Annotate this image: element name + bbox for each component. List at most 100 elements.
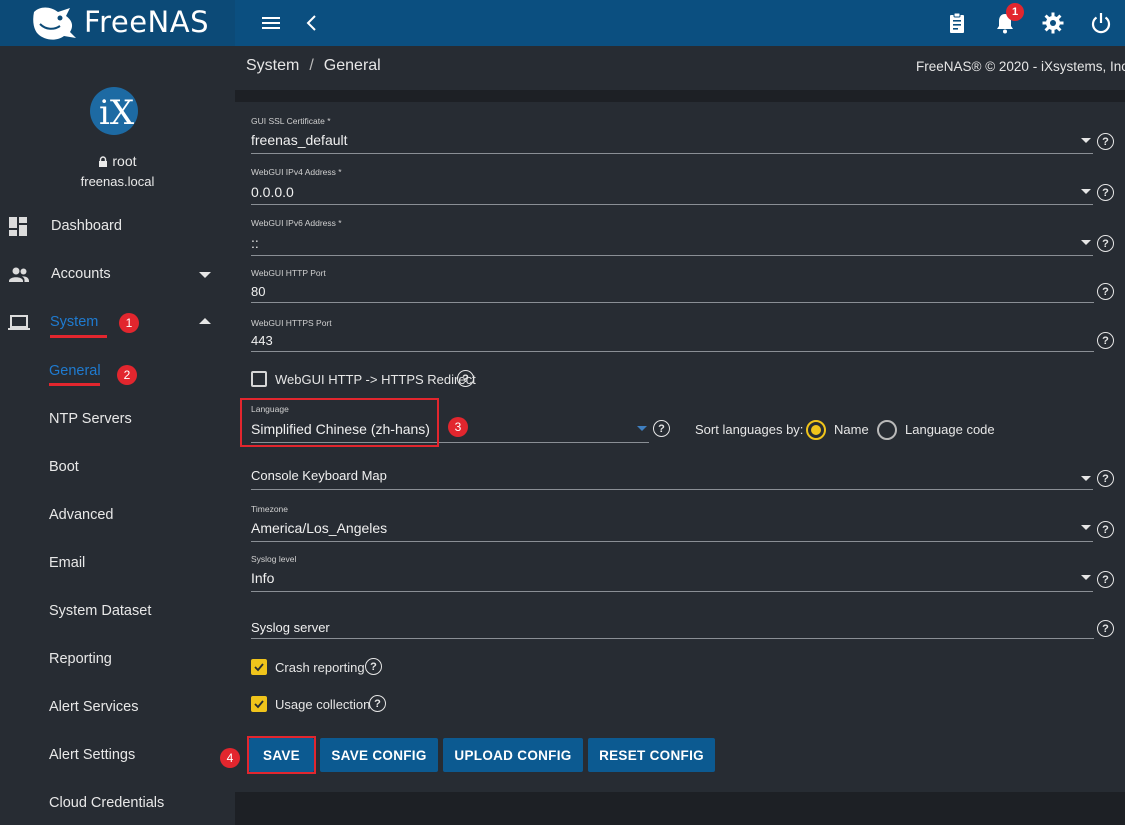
gear-icon[interactable] (1041, 11, 1065, 35)
dropdown-arrow-icon[interactable] (1081, 525, 1091, 530)
ix-logo: iX (90, 87, 138, 135)
sidebar-subitem-general[interactable]: General (49, 363, 101, 379)
sidebar-subitem-alert-settings[interactable]: Alert Settings (49, 747, 135, 763)
freenas-logo-icon (33, 7, 76, 40)
sidebar-item-label: Accounts (51, 266, 111, 282)
field-underline (251, 153, 1093, 154)
field-value: Info (251, 570, 275, 586)
upload-config-button[interactable]: UPLOAD CONFIG (443, 738, 583, 772)
sidebar-item-dashboard[interactable]: Dashboard (0, 207, 235, 247)
help-icon[interactable]: ? (365, 658, 382, 675)
breadcrumb: System / General (246, 57, 381, 75)
sort-languages-label: Sort languages by: (695, 422, 804, 437)
help-icon[interactable]: ? (1097, 470, 1114, 487)
breadcrumb-parent[interactable]: System (246, 57, 299, 74)
reset-config-button[interactable]: RESET CONFIG (588, 738, 715, 772)
sidebar-subitem-cloud-credentials[interactable]: Cloud Credentials (49, 795, 164, 811)
usage-collection-label: Usage collection (275, 697, 371, 712)
sidebar-item-label: Dashboard (51, 218, 122, 234)
chevron-left-icon[interactable] (300, 11, 324, 35)
dropdown-arrow-icon[interactable] (1081, 138, 1091, 143)
field-label: Syslog level (251, 554, 297, 564)
user-name: root (112, 153, 137, 169)
usage-collection-checkbox[interactable] (251, 696, 267, 712)
annotation-marker: 3 (448, 417, 468, 437)
field-underline (251, 541, 1093, 542)
sidebar-subitem-boot[interactable]: Boot (49, 459, 79, 475)
user-name-row: root (0, 153, 235, 169)
notification-badge: 1 (1006, 3, 1024, 21)
field-underline (251, 302, 1094, 303)
help-icon[interactable]: ? (457, 370, 474, 387)
field-value: 0.0.0.0 (251, 184, 294, 200)
dropdown-arrow-icon[interactable] (637, 426, 647, 431)
crash-reporting-checkbox[interactable] (251, 659, 267, 675)
help-icon[interactable]: ? (1097, 620, 1114, 637)
field-underline (251, 204, 1093, 205)
help-icon[interactable]: ? (1097, 571, 1114, 588)
sidebar-item-accounts[interactable]: Accounts (0, 255, 235, 295)
field-value: freenas_default (251, 132, 348, 148)
dropdown-arrow-icon[interactable] (1081, 240, 1091, 245)
field-label: Timezone (251, 504, 289, 514)
dropdown-arrow-icon[interactable] (1081, 189, 1091, 194)
help-icon[interactable]: ? (1097, 235, 1114, 252)
sidebar-subitem-system-dataset[interactable]: System Dataset (49, 603, 151, 619)
field-value: America/Los_Angeles (251, 520, 388, 536)
field-label: WebGUI IPv6 Address * (251, 218, 342, 228)
help-icon[interactable]: ? (1097, 283, 1114, 300)
accounts-icon (9, 267, 29, 282)
host-name: freenas.local (80, 174, 155, 189)
page-footer-space (235, 792, 1125, 825)
crash-reporting-label: Crash reporting (275, 660, 365, 675)
annotation-underline (49, 383, 100, 386)
caret-up-icon (199, 318, 211, 324)
field-underline (251, 255, 1093, 256)
logo-area[interactable]: FreeNAS (0, 0, 235, 46)
sidebar-subitem-ntp-servers[interactable]: NTP Servers (49, 411, 132, 427)
check-icon (254, 663, 264, 672)
annotation-marker: 4 (220, 748, 240, 768)
field-underline (251, 489, 1093, 490)
field-value: 443 (251, 333, 273, 348)
lock-icon (99, 156, 108, 167)
sidebar-item-label: System (50, 314, 99, 330)
sidebar-subitem-reporting[interactable]: Reporting (49, 651, 112, 667)
annotation-underline (50, 335, 107, 338)
field-underline (251, 638, 1094, 639)
annotation-highlight (240, 398, 439, 447)
sidebar: iX root freenas.local Dashboard Accounts… (0, 46, 235, 825)
field-underline (251, 351, 1094, 352)
caret-down-icon (199, 272, 211, 278)
sidebar-item-system[interactable]: System (0, 303, 235, 343)
breadcrumb-separator: / (309, 57, 314, 74)
dropdown-arrow-icon[interactable] (1081, 575, 1091, 580)
content-header: System / General FreeNAS® © 2020 - iXsyste… (235, 46, 1125, 90)
help-icon[interactable]: ? (1097, 184, 1114, 201)
field-value: :: (251, 235, 259, 251)
https-redirect-label: WebGUI HTTP -> HTTPS Redirect (275, 372, 476, 387)
help-icon[interactable]: ? (1097, 133, 1114, 150)
power-icon[interactable] (1089, 11, 1113, 35)
sidebar-subitem-email[interactable]: Email (49, 555, 85, 571)
help-icon[interactable]: ? (1097, 332, 1114, 349)
help-icon[interactable]: ? (369, 695, 386, 712)
field-underline (251, 591, 1093, 592)
sort-by-code-radio[interactable] (877, 420, 897, 440)
menu-icon[interactable] (259, 11, 283, 35)
save-config-button[interactable]: SAVE CONFIG (320, 738, 438, 772)
general-settings-form: GUI SSL Certificate * freenas_default ? … (220, 102, 1125, 792)
annotation-marker: 1 (119, 313, 139, 333)
sort-by-code-label: Language code (905, 422, 995, 437)
https-redirect-checkbox[interactable] (251, 371, 267, 387)
field-label: WebGUI HTTPS Port (251, 318, 332, 328)
dropdown-arrow-icon[interactable] (1081, 476, 1091, 481)
sidebar-subitem-advanced[interactable]: Advanced (49, 507, 114, 523)
field-label: WebGUI IPv4 Address * (251, 167, 342, 177)
sort-by-name-label: Name (834, 422, 869, 437)
clipboard-icon[interactable] (945, 11, 969, 35)
sidebar-subitem-alert-services[interactable]: Alert Services (49, 699, 138, 715)
help-icon[interactable]: ? (653, 420, 670, 437)
help-icon[interactable]: ? (1097, 521, 1114, 538)
sort-by-name-radio[interactable] (806, 420, 826, 440)
